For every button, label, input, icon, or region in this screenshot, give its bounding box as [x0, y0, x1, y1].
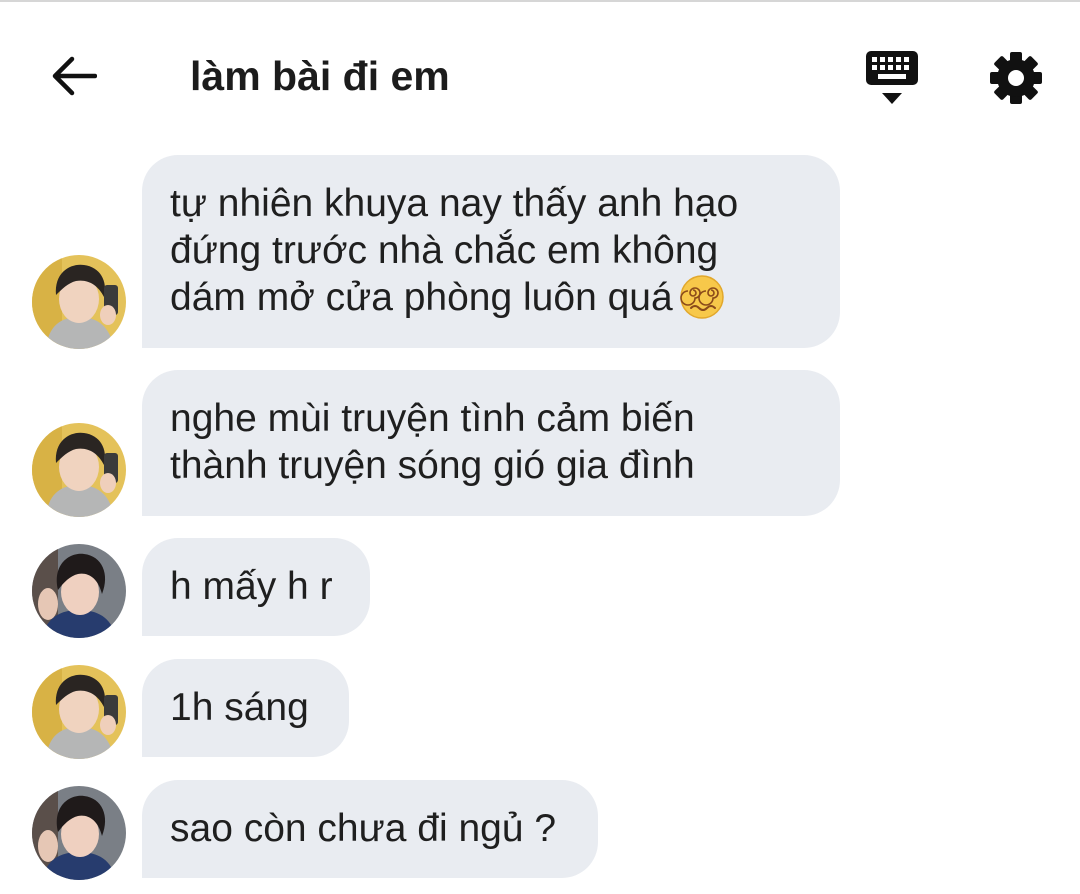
message-bubble[interactable]: nghe mùi truyện tình cảm biến thành truy… — [142, 370, 840, 516]
message-text: đứng trước nhà chắc em không — [170, 229, 719, 272]
recipient-avatar[interactable] — [32, 544, 126, 638]
message-text: sao còn chưa đi ngủ ? — [170, 807, 557, 850]
message-text: tự nhiên khuya nay thấy anh hạo — [170, 182, 739, 225]
dizzy-face-emoji — [679, 274, 724, 319]
message-text: h mấy h r — [170, 565, 333, 608]
sender-avatar[interactable] — [32, 255, 126, 349]
message-text: dám mở cửa phòng luôn quá — [170, 274, 812, 321]
message-text: nghe mùi truyện tình cảm biến — [170, 397, 695, 440]
message-bubble[interactable]: 1h sáng — [142, 659, 349, 757]
sender-avatar[interactable] — [32, 665, 126, 759]
avatar-1 — [32, 423, 126, 517]
message-list: tự nhiên khuya nay thấy anh hạo đứng trư… — [0, 0, 1080, 894]
avatar-1 — [32, 665, 126, 759]
message-bubble[interactable]: h mấy h r — [142, 538, 370, 636]
message-text: thành truyện sóng gió gia đình — [170, 444, 695, 487]
message-bubble[interactable]: sao còn chưa đi ngủ ? — [142, 780, 598, 878]
avatar-1 — [32, 255, 126, 349]
avatar-2 — [32, 544, 126, 638]
sender-avatar[interactable] — [32, 423, 126, 517]
recipient-avatar[interactable] — [32, 786, 126, 880]
chat-screen: làm bài đi em tự nhiên khuya nay thấy an… — [0, 0, 1080, 894]
message-text: 1h sáng — [170, 686, 309, 729]
message-bubble[interactable]: tự nhiên khuya nay thấy anh hạo đứng trư… — [142, 155, 840, 348]
avatar-2 — [32, 786, 126, 880]
